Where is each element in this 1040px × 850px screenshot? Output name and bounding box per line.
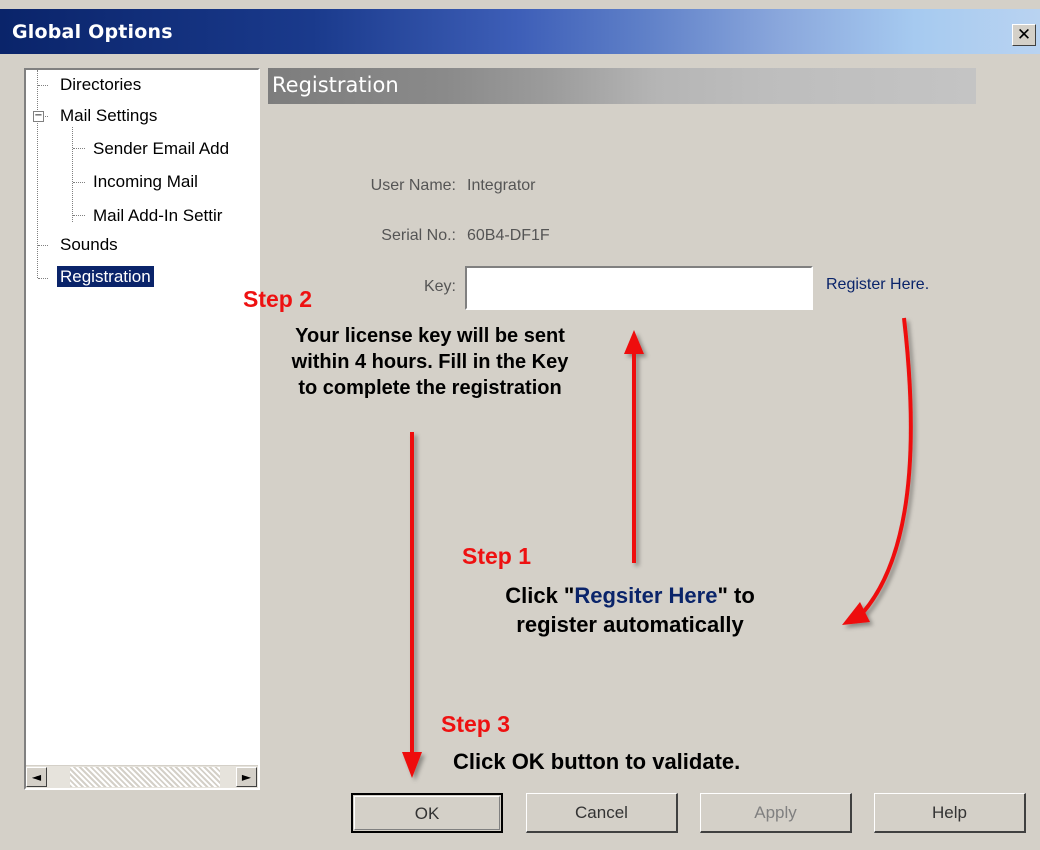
help-button[interactable]: Help <box>874 793 1026 833</box>
step1-highlight: Regsiter Here <box>574 583 718 608</box>
apply-button[interactable]: Apply <box>700 793 852 833</box>
user-name-value: Integrator <box>467 177 536 194</box>
scroll-right-button[interactable]: ► <box>236 767 257 787</box>
section-title: Registration <box>272 73 399 97</box>
arrow-up-head <box>624 330 644 354</box>
title-bar[interactable]: Global Options ✕ <box>0 9 1040 54</box>
options-tree[interactable]: − Directories Mail Settings Sender Email… <box>24 68 260 790</box>
global-options-dialog: Global Options ✕ − Directories Mail Sett… <box>0 0 1040 850</box>
tree-item-sounds[interactable]: Sounds <box>60 235 118 255</box>
tree-item-mail-addin[interactable]: Mail Add-In Settir <box>93 206 222 226</box>
step2-note: Your license key will be sent within 4 h… <box>250 323 610 401</box>
arrow-left-icon: ◄ <box>31 770 42 784</box>
serial-label: Serial No.: <box>381 227 456 244</box>
step2-line2: within 4 hours. Fill in the Key <box>291 351 569 373</box>
step2-line3: to complete the registration <box>298 377 562 399</box>
key-input[interactable] <box>465 266 813 310</box>
arrow-curve-to-step1 <box>856 317 913 620</box>
tree-item-sender-email[interactable]: Sender Email Add <box>93 139 229 159</box>
close-icon: ✕ <box>1016 25 1032 45</box>
key-label: Key: <box>423 278 456 295</box>
step1-text-b: " to <box>717 583 755 608</box>
arrow-right-icon: ► <box>241 770 252 784</box>
step1-line2: register automatically <box>516 611 744 637</box>
tree-item-incoming-mail[interactable]: Incoming Mail <box>93 172 198 192</box>
cancel-button[interactable]: Cancel <box>526 793 678 833</box>
tree-item-registration[interactable]: Registration <box>57 266 154 287</box>
selected-item-label: Registration <box>57 266 154 287</box>
step2-line1: Your license key will be sent <box>295 325 565 347</box>
register-here-link[interactable]: Register Here. <box>826 276 929 294</box>
arrow-curve-head <box>842 602 870 625</box>
step1-title: Step 1 <box>462 543 532 569</box>
collapse-toggle-icon[interactable]: − <box>33 111 44 122</box>
ok-button[interactable]: OK <box>351 793 503 833</box>
window-title: Global Options <box>12 21 173 43</box>
serial-value: 60B4-DF1F <box>467 227 550 244</box>
tree-item-directories[interactable]: Directories <box>60 75 141 95</box>
horizontal-scrollbar[interactable]: ◄ ► <box>26 765 258 788</box>
close-button[interactable]: ✕ <box>1012 24 1036 46</box>
scroll-left-button[interactable]: ◄ <box>26 767 47 787</box>
step3-title: Step 3 <box>441 711 511 737</box>
scroll-track[interactable] <box>70 767 220 787</box>
ok-label: OK <box>414 804 440 823</box>
tree-item-mail-settings[interactable]: Mail Settings <box>60 106 157 126</box>
step1-text-a: Click " <box>505 583 575 608</box>
section-header: Registration <box>268 68 976 104</box>
arrow-down-head <box>402 752 422 778</box>
step1-line1: Click "Regsiter Here" to <box>440 582 820 611</box>
user-name-label: User Name: <box>370 177 456 194</box>
step2-title: Step 2 <box>243 286 313 312</box>
step3-note: Click OK button to validate. <box>453 749 741 774</box>
step1-note: Click "Regsiter Here" to register automa… <box>440 582 820 639</box>
